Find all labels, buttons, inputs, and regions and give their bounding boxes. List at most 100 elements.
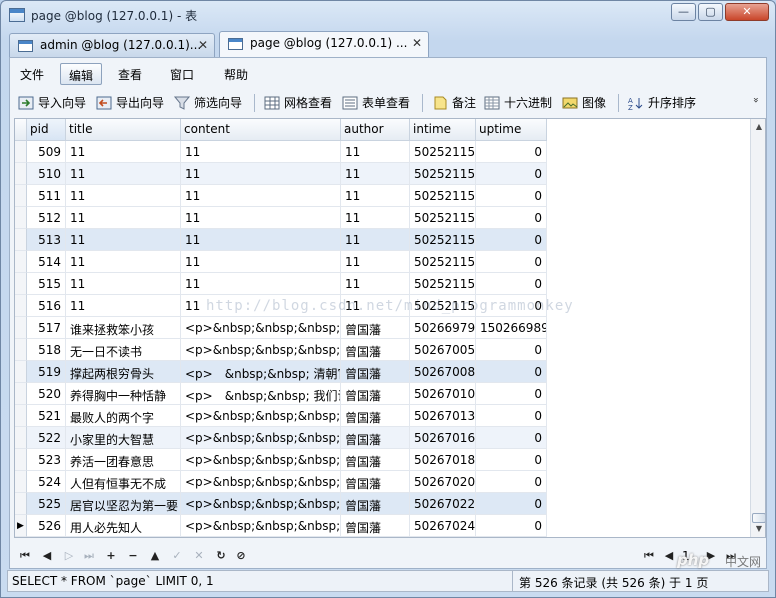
cell-title[interactable]: 11: [66, 141, 181, 163]
cell-title[interactable]: 用人必先知人: [66, 515, 181, 537]
cell-author[interactable]: 曾国藩: [341, 515, 410, 537]
cell-pid[interactable]: 526: [27, 515, 66, 537]
cell-uptime[interactable]: 0: [476, 383, 547, 405]
cell-content[interactable]: <p> &nbsp;&nbsp; 我们说: [181, 383, 341, 405]
refresh-icon[interactable]: ↻: [212, 547, 230, 565]
cell-uptime[interactable]: 0: [476, 339, 547, 361]
row-indicator[interactable]: [15, 185, 27, 207]
table-row[interactable]: 518 无一日不读书 <p>&nbsp;&nbsp;&nbsp;& 曾国藩 502670…: [15, 339, 547, 361]
cell-uptime[interactable]: 0: [476, 141, 547, 163]
row-indicator[interactable]: ▶: [15, 515, 27, 537]
cell-content[interactable]: 11: [181, 141, 341, 163]
cell-title[interactable]: 养活一团春意思: [66, 449, 181, 471]
scroll-down-icon[interactable]: ▼: [752, 521, 765, 537]
cell-uptime[interactable]: 0: [476, 427, 547, 449]
row-indicator[interactable]: [15, 229, 27, 251]
row-indicator[interactable]: [15, 339, 27, 361]
table-row[interactable]: 515 11 11 11 502521157 0: [15, 273, 547, 295]
scroll-up-icon[interactable]: ▲: [752, 119, 765, 135]
maximize-button[interactable]: ▢: [698, 3, 723, 21]
cell-title[interactable]: 居官以坚忍为第一要: [66, 493, 181, 515]
cell-uptime[interactable]: 0: [476, 449, 547, 471]
column-header-intime[interactable]: intime: [410, 119, 476, 141]
cell-title[interactable]: 养得胸中一种恬静: [66, 383, 181, 405]
import-wizard-button[interactable]: 导入向导: [18, 93, 86, 113]
cell-intime[interactable]: 502670182: [410, 449, 476, 471]
column-header-uptime[interactable]: uptime: [476, 119, 547, 141]
toolbar-overflow-button[interactable]: »: [750, 97, 761, 103]
cell-title[interactable]: 最败人的两个字: [66, 405, 181, 427]
cell-intime[interactable]: 502521157: [410, 251, 476, 273]
cell-title[interactable]: 11: [66, 295, 181, 317]
cell-uptime[interactable]: 0: [476, 163, 547, 185]
cell-content[interactable]: <p>&nbsp;&nbsp;&nbsp;&: [181, 339, 341, 361]
cell-uptime[interactable]: 0: [476, 361, 547, 383]
cell-title[interactable]: 11: [66, 273, 181, 295]
cell-content[interactable]: <p>&nbsp;&nbsp;&nbsp;&: [181, 493, 341, 515]
cell-uptime[interactable]: 0: [476, 207, 547, 229]
cell-intime[interactable]: 502521157: [410, 273, 476, 295]
cell-author[interactable]: 11: [341, 273, 410, 295]
cell-intime[interactable]: 502521157: [410, 229, 476, 251]
column-header-author[interactable]: author: [341, 119, 410, 141]
add-record-icon[interactable]: +: [102, 547, 120, 565]
cell-author[interactable]: 11: [341, 163, 410, 185]
cell-content[interactable]: <p>&nbsp;&nbsp;&nbsp;&: [181, 449, 341, 471]
cell-pid[interactable]: 514: [27, 251, 66, 273]
cell-author[interactable]: 11: [341, 207, 410, 229]
cell-pid[interactable]: 513: [27, 229, 66, 251]
cell-title[interactable]: 人但有恒事无不成: [66, 471, 181, 493]
cell-content[interactable]: 11: [181, 185, 341, 207]
cell-title[interactable]: 11: [66, 185, 181, 207]
cell-content[interactable]: 11: [181, 229, 341, 251]
cell-title[interactable]: 小家里的大智慧: [66, 427, 181, 449]
cell-author[interactable]: 曾国藩: [341, 493, 410, 515]
cell-title[interactable]: 11: [66, 163, 181, 185]
form-view-button[interactable]: 表单查看: [342, 93, 410, 113]
cell-author[interactable]: 曾国藩: [341, 449, 410, 471]
cell-uptime[interactable]: 0: [476, 405, 547, 427]
column-header-content[interactable]: content: [181, 119, 341, 141]
close-button[interactable]: ✕: [725, 3, 769, 21]
cell-title[interactable]: 11: [66, 207, 181, 229]
table-row[interactable]: 524 人但有恒事无不成 <p>&nbsp;&nbsp;&nbsp;& 曾国藩 5026…: [15, 471, 547, 493]
cell-content[interactable]: <p>&nbsp;&nbsp;&nbsp;&: [181, 405, 341, 427]
cell-pid[interactable]: 510: [27, 163, 66, 185]
cell-author[interactable]: 曾国藩: [341, 361, 410, 383]
tab-close-icon[interactable]: ✕: [198, 38, 208, 52]
menu-help[interactable]: 帮助: [216, 63, 256, 85]
first-page-icon[interactable]: ⏮: [640, 547, 658, 565]
cell-intime[interactable]: 502521157: [410, 207, 476, 229]
cell-pid[interactable]: 511: [27, 185, 66, 207]
cell-title[interactable]: 11: [66, 251, 181, 273]
row-indicator[interactable]: [15, 317, 27, 339]
cell-pid[interactable]: 522: [27, 427, 66, 449]
cell-content[interactable]: <p>&nbsp;&nbsp;&nbsp;&: [181, 427, 341, 449]
cell-intime[interactable]: 502670206: [410, 471, 476, 493]
table-row[interactable]: 512 11 11 11 502521157 0: [15, 207, 547, 229]
column-header-title[interactable]: title: [66, 119, 181, 141]
cell-intime[interactable]: 502521157: [410, 163, 476, 185]
row-indicator[interactable]: [15, 449, 27, 471]
row-indicator[interactable]: [15, 405, 27, 427]
cell-content[interactable]: 11: [181, 273, 341, 295]
table-row[interactable]: 510 11 11 11 502521157 0: [15, 163, 547, 185]
cell-intime[interactable]: 502670134: [410, 405, 476, 427]
tab-page[interactable]: page @blog (127.0.0.1) ... ✕: [219, 31, 429, 58]
cell-content[interactable]: <p>&nbsp;&nbsp;&nbsp;&: [181, 515, 341, 537]
cell-content[interactable]: <p>&nbsp;&nbsp;&nbsp;&: [181, 471, 341, 493]
cell-uptime[interactable]: 1502669890: [476, 317, 547, 339]
export-wizard-button[interactable]: 导出向导: [96, 93, 164, 113]
cell-uptime[interactable]: 0: [476, 471, 547, 493]
row-indicator[interactable]: [15, 427, 27, 449]
cell-intime[interactable]: 502521157: [410, 141, 476, 163]
cell-author[interactable]: 曾国藩: [341, 339, 410, 361]
menu-window[interactable]: 窗口: [162, 63, 202, 85]
cell-author[interactable]: 曾国藩: [341, 317, 410, 339]
row-indicator[interactable]: [15, 141, 27, 163]
cell-author[interactable]: 11: [341, 229, 410, 251]
cell-author[interactable]: 11: [341, 295, 410, 317]
menu-edit[interactable]: 编辑: [60, 63, 103, 85]
cell-author[interactable]: 11: [341, 251, 410, 273]
sort-asc-button[interactable]: AZ 升序排序: [628, 93, 696, 113]
